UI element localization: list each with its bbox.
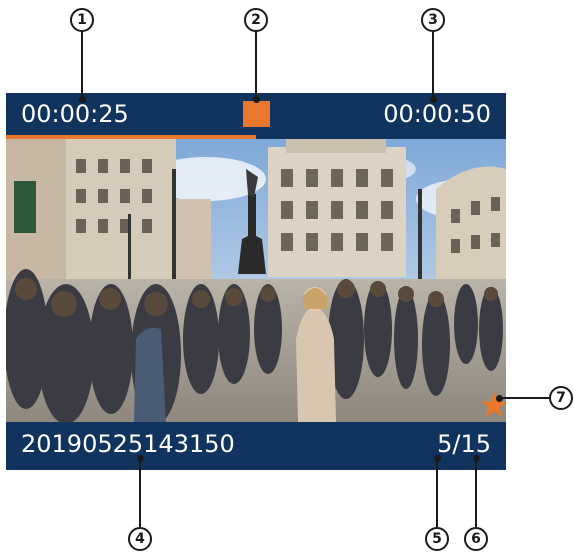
callout-7: 7 [549,386,573,410]
callout-dot-5 [434,455,441,462]
callout-6: 6 [464,527,488,551]
leader-line-7 [500,397,549,399]
file-counter: 5/15 [437,429,491,459]
callout-dot-2 [253,96,260,103]
callout-2: 2 [244,8,268,32]
leader-line-5 [436,459,438,527]
photo-preview[interactable] [6,139,506,422]
callout-dot-6 [473,455,480,462]
callout-4: 4 [128,527,152,551]
callout-5: 5 [425,527,449,551]
leader-line-6 [475,459,477,527]
total-time: 00:00:50 [383,100,491,128]
total-file-count: 15 [460,430,491,458]
leader-line-1 [81,32,83,102]
elapsed-time: 00:00:25 [21,100,129,128]
leader-line-4 [139,459,141,527]
record-status-icon [243,101,270,127]
file-name: 20190525143150 [21,430,235,458]
callout-dot-7 [496,395,503,402]
callout-dot-1 [79,96,86,103]
leader-line-3 [432,32,434,102]
callout-1: 1 [70,8,94,32]
callout-dot-4 [137,455,144,462]
leader-line-2 [255,32,257,102]
playback-bottom-bar: 20190525143150 5/15 [6,422,506,470]
playback-screen: 00:00:25 00:00:50 20190525143150 5/15 [6,93,506,470]
callout-3: 3 [421,8,445,32]
current-file-index: 5 [437,430,453,458]
callout-dot-3 [430,96,437,103]
